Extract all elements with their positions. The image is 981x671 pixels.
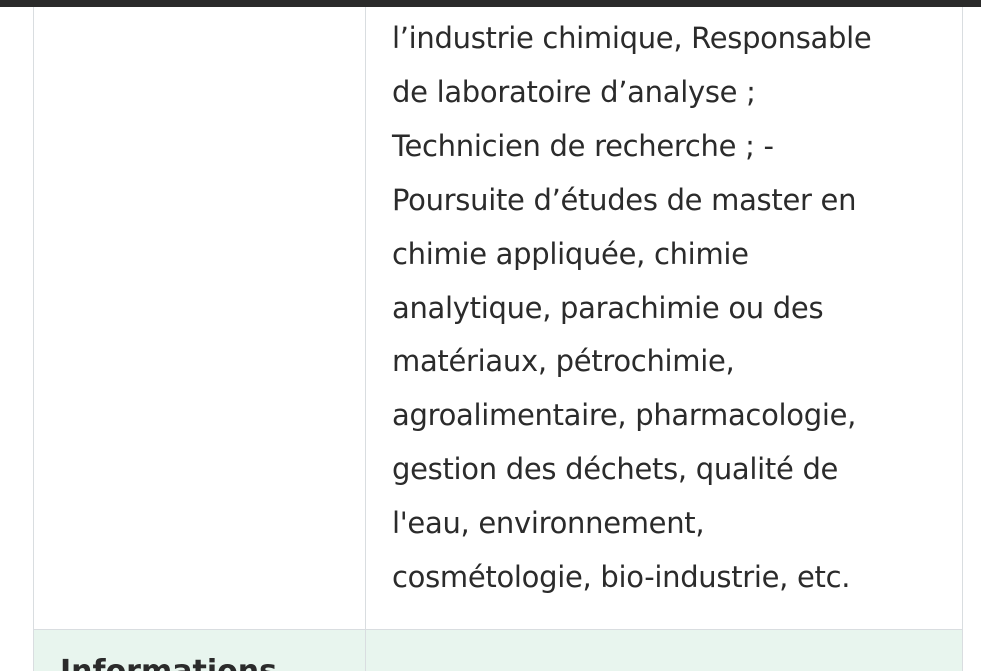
text-line: matériaux, pétrochimie,: [392, 344, 735, 379]
text-line: l’industrie chimique, Responsable: [392, 21, 872, 55]
text-line: Technicien de recherche ; -: [392, 128, 774, 163]
text-line: analytique, parachimie ou des: [392, 290, 824, 325]
table-cell-value: l’industrie chimique, Responsable de lab…: [366, 7, 963, 630]
table-cell-label-next: Informations: [33, 630, 366, 671]
text-line: agroalimentaire, pharmacologie,: [392, 398, 857, 433]
text-line: de laboratoire d’analyse ;: [392, 74, 756, 109]
top-status-bar: [0, 0, 981, 7]
text-line: chimie appliquée, chimie: [392, 236, 749, 271]
text-line: l'eau, environnement,: [392, 506, 705, 541]
table-cell-value-next: [366, 630, 963, 671]
text-line: Poursuite d’études de master en: [392, 182, 857, 217]
text-line: cosmétologie, bio-industrie, etc.: [392, 560, 851, 595]
row-heading: Informations: [60, 652, 277, 671]
cell-value-text: l’industrie chimique, Responsable de lab…: [392, 12, 952, 605]
text-line: gestion des déchets, qualité de: [392, 452, 839, 487]
info-table: l’industrie chimique, Responsable de lab…: [33, 7, 963, 671]
table-cell-label: [33, 7, 366, 630]
